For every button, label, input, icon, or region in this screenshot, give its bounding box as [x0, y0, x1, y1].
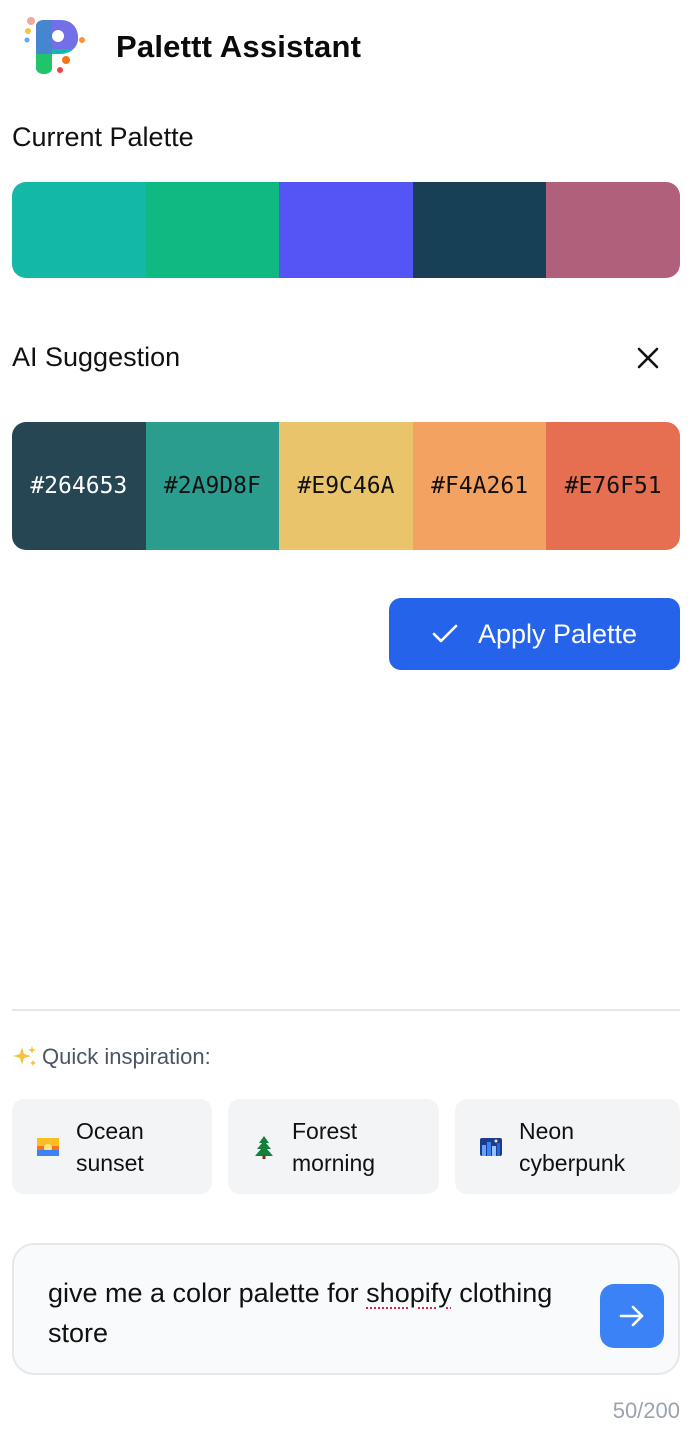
- current-palette-title: Current Palette: [12, 122, 194, 152]
- close-suggestion-button[interactable]: [628, 338, 668, 378]
- ai-suggestion-title: AI Suggestion: [12, 342, 181, 372]
- character-counter: 50/200: [612, 1398, 680, 1423]
- current-palette: [12, 182, 680, 278]
- prompt-input[interactable]: give me a color palette for shopify clot…: [12, 1243, 680, 1375]
- chip-label-line2: sunset: [76, 1149, 144, 1176]
- evergreen-tree-icon: [255, 1135, 273, 1159]
- quick-inspiration-text: Quick inspiration:: [42, 1044, 211, 1069]
- sparkles-icon: [13, 1046, 36, 1066]
- swatch-hex-label: #E76F51: [564, 473, 662, 499]
- suggested-swatch[interactable]: #E76F51: [546, 422, 680, 550]
- send-button[interactable]: [600, 1284, 664, 1348]
- current-swatch[interactable]: [546, 182, 680, 278]
- current-swatch[interactable]: [279, 182, 413, 278]
- current-swatch[interactable]: [12, 182, 146, 278]
- suggested-palette: #264653 #2A9D8F #E9C46A #F4A261 #E76F51: [12, 422, 680, 550]
- suggested-swatch[interactable]: #2A9D8F: [145, 422, 280, 550]
- current-swatch[interactable]: [145, 182, 280, 278]
- swatch-hex-label: #F4A261: [431, 473, 529, 499]
- arrow-right-icon: [619, 1305, 644, 1327]
- night-city-image-icon: [480, 1137, 502, 1156]
- inspiration-chip-neon-cyberpunk[interactable]: Neon cyberpunk: [455, 1099, 680, 1194]
- swatch-hex-label: #E9C46A: [297, 473, 395, 499]
- check-icon: [432, 624, 458, 643]
- suggested-swatch[interactable]: #F4A261: [412, 422, 547, 550]
- inspiration-chip-ocean-sunset[interactable]: Ocean sunset: [12, 1099, 212, 1194]
- palettt-logo-icon: [24, 17, 85, 74]
- suggested-swatch[interactable]: #264653: [12, 422, 146, 550]
- divider: [12, 1009, 680, 1011]
- app-header: Palettt Assistant: [22, 12, 361, 82]
- quick-inspiration-label: Quick inspiration:: [12, 1044, 211, 1070]
- prompt-misspelled-word: shopify: [366, 1278, 452, 1308]
- suggested-swatch[interactable]: #E9C46A: [279, 422, 413, 550]
- close-icon: [637, 347, 659, 369]
- chip-label-line2: cyberpunk: [519, 1149, 626, 1176]
- chip-label-line1: Forest: [292, 1117, 358, 1144]
- swatch-hex-label: #2A9D8F: [163, 473, 261, 499]
- apply-palette-button[interactable]: Apply Palette: [389, 598, 680, 670]
- app-title: Palettt Assistant: [116, 29, 362, 64]
- inspiration-chip-forest-morning[interactable]: Forest morning: [228, 1099, 439, 1194]
- swatch-hex-label: #264653: [30, 473, 128, 499]
- sunset-image-icon: [37, 1137, 59, 1156]
- chip-label-line2: morning: [292, 1149, 376, 1176]
- current-swatch[interactable]: [412, 182, 547, 278]
- prompt-input-text[interactable]: give me a color palette for shopify clot…: [48, 1273, 568, 1353]
- chip-label-line1: Ocean: [76, 1117, 144, 1144]
- apply-palette-label: Apply Palette: [477, 618, 638, 649]
- prompt-text-before: give me a color palette for: [48, 1278, 367, 1308]
- chip-label-line1: Neon: [519, 1117, 574, 1144]
